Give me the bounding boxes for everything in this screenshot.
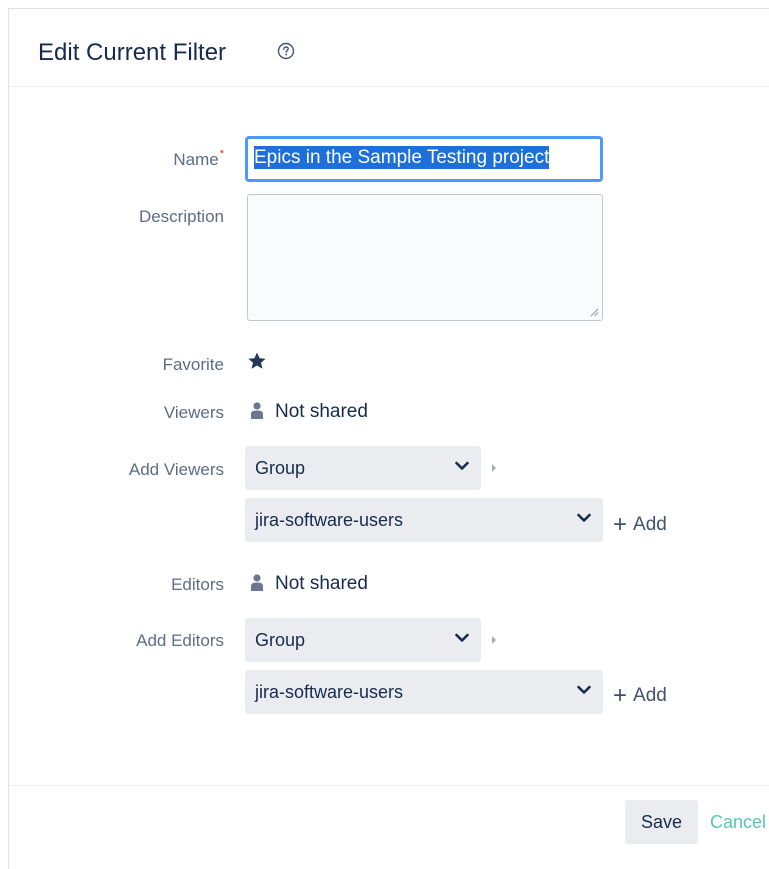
name-label: Name*	[9, 148, 224, 170]
chevron-down-icon	[455, 461, 469, 470]
plus-icon: +	[613, 511, 628, 538]
save-button[interactable]: Save	[625, 800, 698, 844]
chevron-down-icon	[577, 685, 591, 694]
viewers-type-value: Group	[255, 458, 306, 478]
user-icon	[251, 574, 263, 591]
cancel-link[interactable]: Cancel	[710, 812, 766, 833]
dialog-title: Edit Current Filter	[38, 39, 227, 66]
editors-value: Not shared	[275, 573, 368, 594]
add-editor-label: Add	[633, 685, 667, 706]
favorite-label: Favorite	[162, 355, 224, 374]
caret-right-icon	[492, 464, 496, 472]
user-icon	[251, 402, 263, 419]
edit-filter-dialog: Edit Current Filter Name* Epics in the S…	[8, 8, 769, 869]
add-viewer-button[interactable]: + Add	[613, 509, 667, 538]
description-label: Description	[138, 207, 224, 226]
add-editors-label: Add Editors	[136, 631, 224, 650]
dialog-header: Edit Current Filter	[9, 9, 769, 87]
plus-icon: +	[613, 682, 628, 709]
viewers-group-value: jira-software-users	[255, 510, 404, 530]
editors-type-value: Group	[255, 630, 306, 650]
viewers-value: Not shared	[275, 401, 368, 422]
description-textarea[interactable]	[247, 194, 603, 321]
viewers-label: Viewers	[163, 403, 224, 422]
editors-group-select[interactable]: jira-software-users	[245, 670, 603, 714]
viewers-type-select[interactable]: Group	[245, 446, 481, 490]
name-input-value: Epics in the Sample Testing project	[254, 146, 550, 169]
editors-type-select[interactable]: Group	[245, 618, 481, 662]
help-icon[interactable]	[277, 42, 295, 60]
required-marker: *	[219, 148, 224, 160]
viewers-group-select[interactable]: jira-software-users	[245, 498, 603, 542]
resize-grip-icon[interactable]	[590, 308, 599, 317]
chevron-down-icon	[577, 513, 591, 522]
editors-label: Editors	[171, 575, 224, 594]
caret-right-icon	[492, 636, 496, 644]
name-label-text: Name	[173, 150, 219, 169]
add-viewers-label: Add Viewers	[128, 460, 224, 479]
dialog-footer	[9, 785, 769, 786]
add-editor-button[interactable]: + Add	[613, 680, 667, 709]
chevron-down-icon	[455, 633, 469, 642]
star-icon[interactable]	[247, 351, 267, 371]
add-viewer-label: Add	[633, 514, 667, 535]
name-input[interactable]: Epics in the Sample Testing project	[245, 136, 603, 182]
editors-group-value: jira-software-users	[255, 682, 404, 702]
